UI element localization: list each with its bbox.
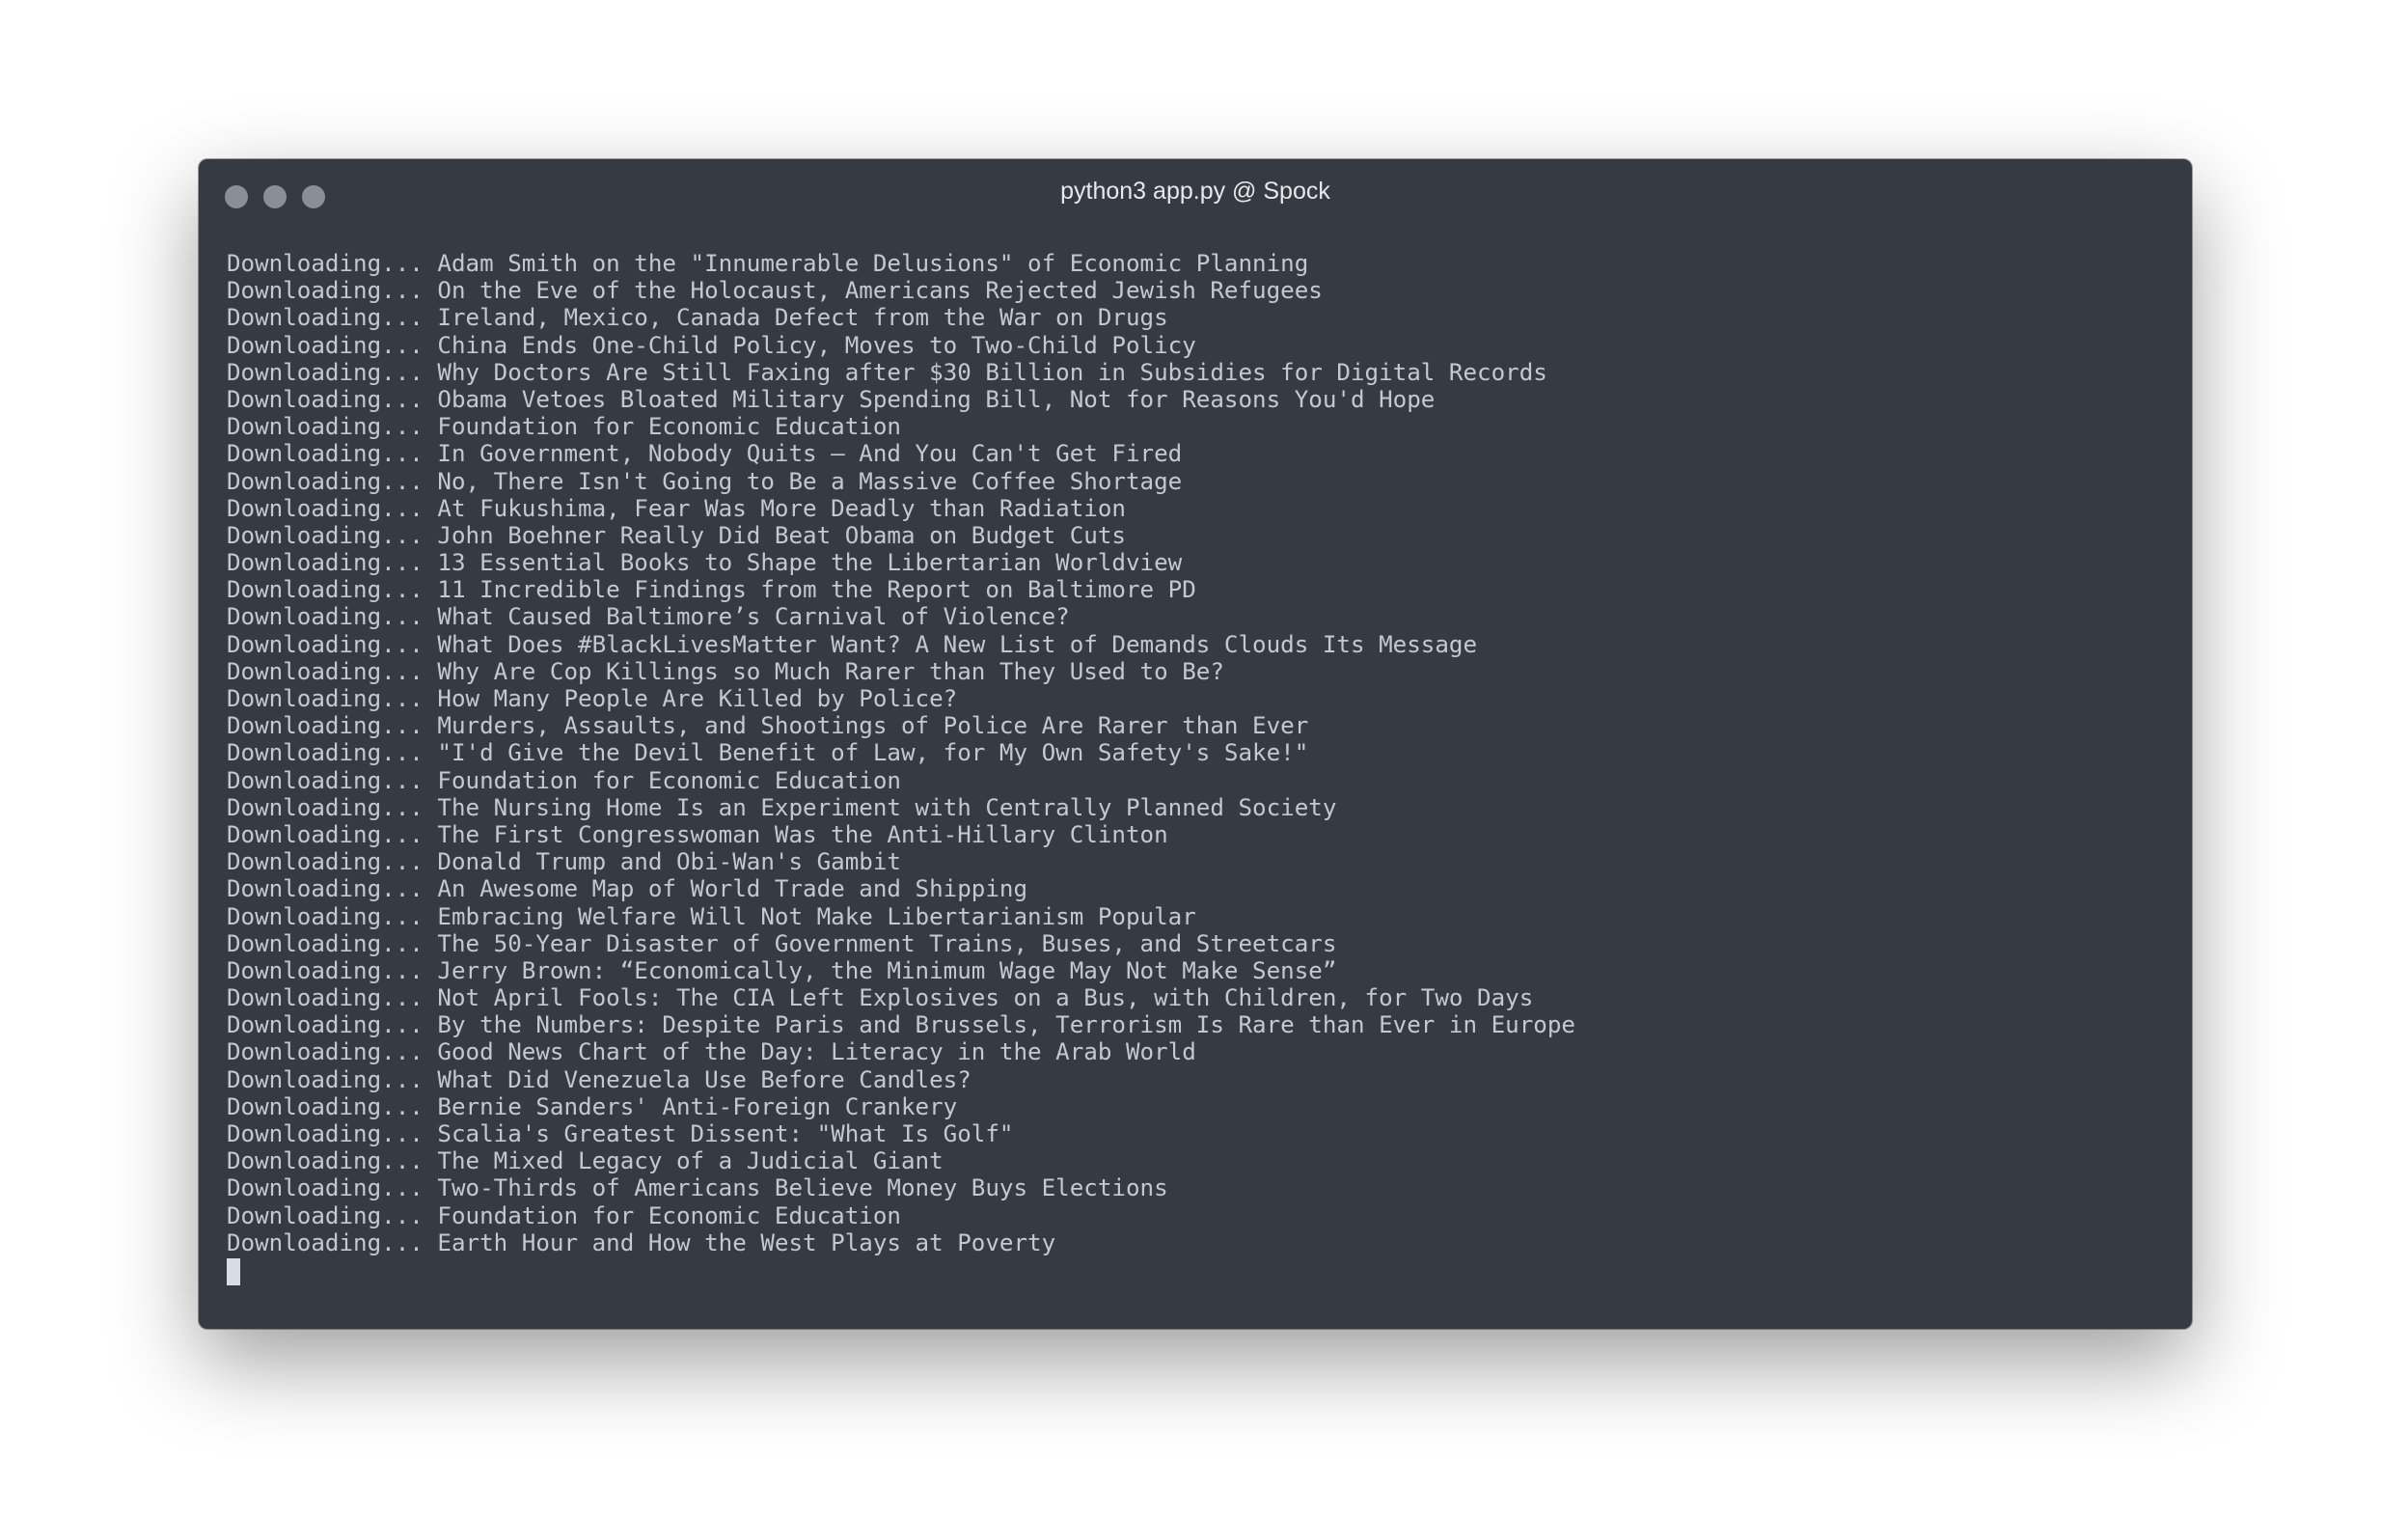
terminal-line: Downloading... Scalia's Greatest Dissent…: [227, 1120, 1014, 1147]
title-bar[interactable]: python3 app.py @ Spock: [199, 159, 2192, 227]
terminal-line: Downloading... 13 Essential Books to Sha…: [227, 549, 1183, 577]
terminal-line: Downloading... Earth Hour and How the We…: [227, 1228, 1056, 1256]
text-cursor: [227, 1257, 240, 1285]
terminal-line: Downloading... Jerry Brown: “Economicall…: [227, 956, 1337, 984]
terminal-line: Downloading... By the Numbers: Despite P…: [227, 1011, 1575, 1039]
terminal-line: Downloading... Foundation for Economic E…: [227, 766, 901, 794]
terminal-output[interactable]: Downloading... Adam Smith on the "Innume…: [227, 250, 2173, 1319]
terminal-line: Downloading... John Boehner Really Did B…: [227, 521, 1126, 549]
terminal-line: Downloading... On the Eve of the Holocau…: [227, 277, 1323, 305]
terminal-line: Downloading... How Many People Are Kille…: [227, 685, 958, 712]
terminal-line: Downloading... The Mixed Legacy of a Jud…: [227, 1147, 944, 1175]
terminal-line: Downloading... Two-Thirds of Americans B…: [227, 1174, 1168, 1202]
terminal-line: Downloading... No, There Isn't Going to …: [227, 467, 1183, 495]
prompt-line: [227, 1256, 2173, 1285]
terminal-line: Downloading... Embracing Welfare Will No…: [227, 902, 1196, 930]
window-title: python3 app.py @ Spock: [1060, 178, 1330, 205]
terminal-line: Downloading... "I'd Give the Devil Benef…: [227, 739, 1309, 767]
terminal-line: Downloading... Not April Fools: The CIA …: [227, 984, 1534, 1012]
terminal-line: Downloading... China Ends One-Child Poli…: [227, 331, 1196, 359]
terminal-line: Downloading... Foundation for Economic E…: [227, 413, 901, 441]
terminal-line: Downloading... Why Are Cop Killings so M…: [227, 657, 1224, 685]
terminal-line: Downloading... The First Congresswoman W…: [227, 820, 1168, 848]
terminal-line: Downloading... In Government, Nobody Qui…: [227, 440, 1183, 468]
terminal-line: Downloading... Foundation for Economic E…: [227, 1201, 901, 1229]
terminal-line: Downloading... Donald Trump and Obi-Wan'…: [227, 848, 901, 876]
terminal-line: Downloading... An Awesome Map of World T…: [227, 875, 1028, 903]
terminal-line: Downloading... At Fukushima, Fear Was Mo…: [227, 494, 1126, 522]
terminal-line: Downloading... The 50-Year Disaster of G…: [227, 929, 1337, 957]
terminal-line: Downloading... What Does #BlackLivesMatt…: [227, 630, 1478, 658]
terminal-line: Downloading... The Nursing Home Is an Ex…: [227, 793, 1337, 821]
terminal-line: Downloading... Murders, Assaults, and Sh…: [227, 712, 1309, 740]
terminal-line: Downloading... What Did Venezuela Use Be…: [227, 1065, 971, 1093]
terminal-line: Downloading... Adam Smith on the "Innume…: [227, 250, 1309, 277]
terminal-line: Downloading... Obama Vetoes Bloated Mili…: [227, 385, 1436, 413]
terminal-line: Downloading... What Caused Baltimore’s C…: [227, 603, 1070, 631]
terminal-line: Downloading... Good News Chart of the Da…: [227, 1038, 1196, 1066]
terminal-line: Downloading... Why Doctors Are Still Fax…: [227, 358, 1547, 386]
terminal-line: Downloading... Ireland, Mexico, Canada D…: [227, 304, 1168, 332]
terminal-window: python3 app.py @ Spock Downloading... Ad…: [199, 159, 2192, 1329]
terminal-line: Downloading... 11 Incredible Findings fr…: [227, 576, 1196, 604]
terminal-line: Downloading... Bernie Sanders' Anti-Fore…: [227, 1092, 958, 1120]
